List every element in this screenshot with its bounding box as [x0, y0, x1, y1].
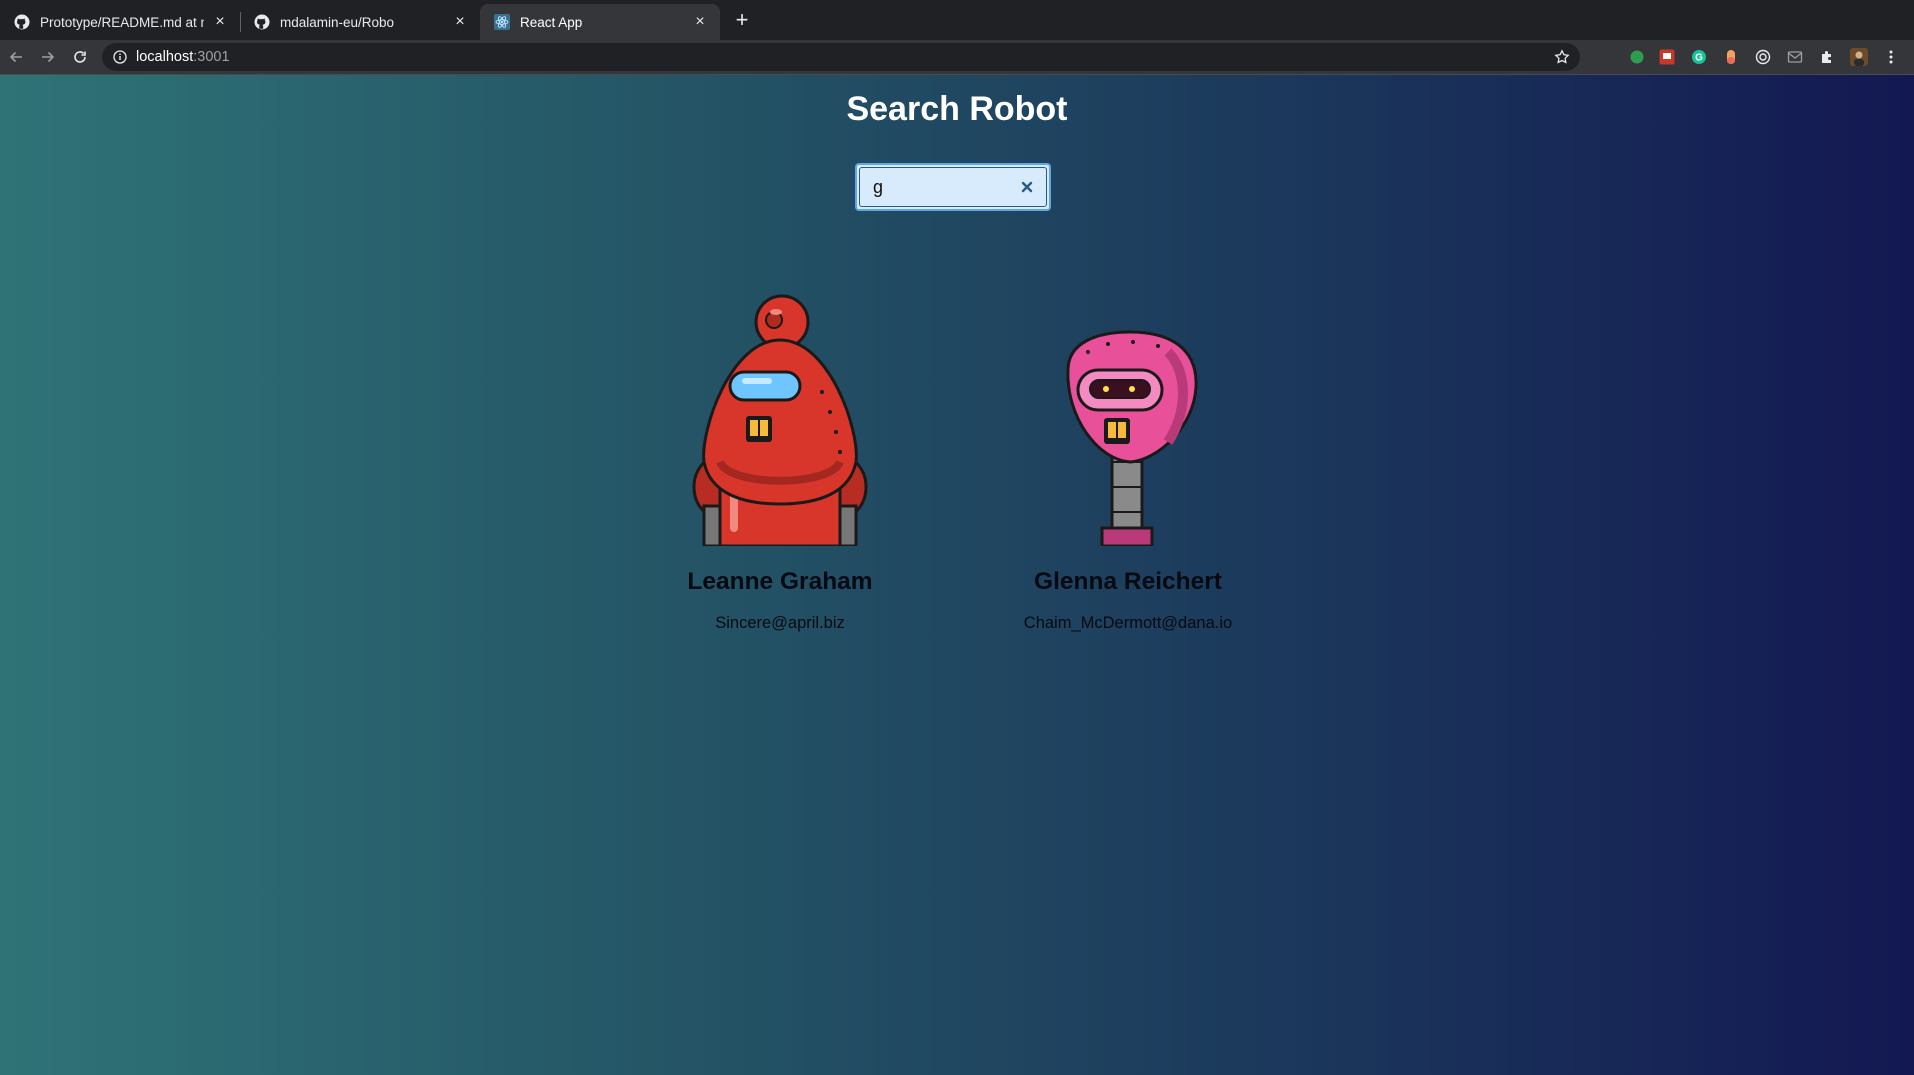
robot-avatar-red — [690, 292, 870, 548]
search-box[interactable] — [855, 163, 1051, 211]
svg-text:G: G — [1695, 53, 1703, 64]
robot-email: Chaim_McDermott@dana.io — [1023, 614, 1233, 632]
robot-name: Leanne Graham — [687, 568, 873, 595]
browser-menu-icon[interactable] — [1882, 48, 1900, 66]
browser-toolbar: localhost:3001 G — [0, 40, 1914, 74]
browser-tab-strip: Prototype/README.md at master × mdalamin… — [0, 0, 1914, 40]
bookmark-star-icon[interactable] — [1554, 49, 1570, 65]
github-icon — [254, 14, 270, 30]
react-icon — [494, 14, 510, 30]
page-title: Search Robot — [846, 90, 1068, 128]
page-viewport: Search Robot g Leanne Graham Sincere@apr… — [0, 75, 1914, 1075]
robot-email: Sincere@april.biz — [715, 614, 845, 632]
mail-extension-icon[interactable] — [1786, 48, 1804, 66]
url-text: localhost:3001 — [136, 49, 230, 65]
url-port: :3001 — [193, 49, 230, 65]
reload-icon[interactable] — [68, 45, 92, 69]
new-tab-button[interactable]: + — [732, 7, 752, 32]
grammarly-icon[interactable]: G — [1690, 48, 1708, 66]
capsule-extension-icon[interactable] — [1722, 48, 1740, 66]
back-icon[interactable] — [4, 45, 28, 69]
site-info-icon[interactable] — [112, 49, 128, 65]
tab-react-app[interactable]: React App × — [480, 4, 720, 40]
puzzle-extensions-icon[interactable] — [1818, 48, 1836, 66]
forward-icon[interactable] — [36, 45, 60, 69]
tab-title: React App — [520, 14, 583, 30]
tab-readme[interactable]: Prototype/README.md at master × — [0, 4, 240, 40]
profile-avatar-icon[interactable] — [1850, 48, 1868, 66]
github-icon — [14, 14, 30, 30]
green-dot-extension-icon[interactable] — [1628, 48, 1646, 66]
search-field-frame — [859, 167, 1047, 207]
close-tab-icon[interactable]: × — [212, 13, 228, 30]
url-host: localhost — [136, 49, 194, 65]
target-extension-icon[interactable] — [1754, 48, 1772, 66]
close-tab-icon[interactable]: × — [452, 13, 468, 30]
robot-name: Glenna Reichert — [1034, 568, 1222, 595]
address-bar[interactable]: localhost:3001 — [102, 43, 1580, 71]
tab-title: mdalamin-eu/Robo — [280, 14, 395, 30]
clear-search-icon[interactable] — [1020, 180, 1034, 194]
close-tab-icon[interactable]: × — [692, 13, 708, 30]
tab-robo-repo[interactable]: mdalamin-eu/Robo × — [240, 4, 480, 40]
robot-avatar-pink — [1038, 292, 1218, 548]
search-input[interactable] — [860, 175, 1000, 199]
red-extension-icon[interactable] — [1658, 48, 1676, 66]
tab-title: Prototype/README.md at master — [40, 14, 204, 30]
